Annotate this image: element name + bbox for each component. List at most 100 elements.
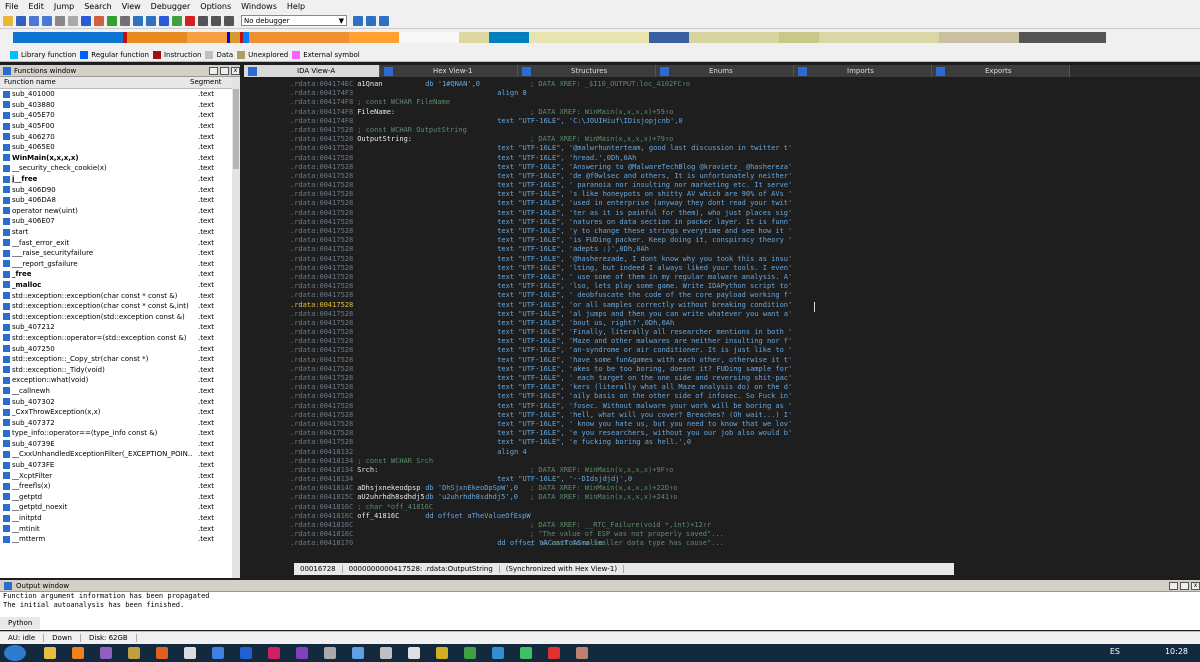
keyboard-language[interactable]: ES — [1110, 647, 1120, 656]
function-row[interactable]: __security_check_cookie(x) .text — [0, 163, 240, 174]
function-row[interactable]: __callnewh .text — [0, 386, 240, 397]
function-row[interactable]: operator new(uint) .text — [0, 206, 240, 217]
function-row[interactable]: __CxxUnhandledExceptionFilter(_EXCEPTION… — [0, 449, 240, 460]
function-row[interactable]: sub_407212 .text — [0, 322, 240, 333]
navigation-bar[interactable] — [13, 32, 1106, 43]
code-line[interactable]: .rdata:00417528 text "UTF-16LE", 's like … — [290, 190, 792, 199]
restore-icon[interactable] — [209, 66, 218, 75]
function-row[interactable]: __XcptFilter .text — [0, 470, 240, 481]
code-line[interactable]: .rdata:00417528 text "UTF-16LE", 'Maze an… — [290, 337, 792, 346]
code-line[interactable]: .rdata:00418134 text "UTF-16LE", '--DIdsj… — [290, 475, 792, 484]
code-line[interactable]: .rdata:00417528 text "UTF-16LE", 'lso, le… — [290, 282, 792, 291]
column-segment[interactable]: Segment — [186, 77, 226, 88]
code-line[interactable]: .rdata:00417528; const WCHAR OutputStrin… — [290, 126, 792, 135]
code-line[interactable]: .rdata:0041816C off_41816C dd offset aTheV… — [290, 512, 792, 521]
function-row[interactable]: j__free .text — [0, 174, 240, 185]
code-line[interactable]: .rdata:00417528 text "UTF-16LE", 'e fucki… — [290, 438, 792, 447]
app-icon[interactable] — [324, 647, 336, 659]
code-line[interactable]: .rdata:00417528 text "UTF-16LE", 'al jump… — [290, 310, 792, 319]
restore-icon[interactable] — [1169, 581, 1178, 590]
function-row[interactable]: sub_405F00 .text — [0, 121, 240, 132]
graph-icon[interactable] — [94, 15, 104, 26]
close-icon[interactable]: x — [1191, 581, 1200, 590]
function-row[interactable]: __getptd .text — [0, 492, 240, 503]
function-row[interactable]: exception::what(void) .text — [0, 375, 240, 386]
app-icon[interactable] — [184, 647, 196, 659]
save-icon[interactable] — [16, 15, 26, 26]
function-row[interactable]: std::exception::exception(char const * c… — [0, 301, 240, 312]
jump-icon[interactable] — [81, 15, 91, 26]
ida-view-a[interactable]: .rdata:004174EC a1Qnan db '1#QNAN',0 ; DATA… — [244, 77, 1200, 562]
code-line[interactable]: .rdata:00417528 text "UTF-16LE", ' parano… — [290, 181, 792, 190]
functions-scrollbar[interactable] — [232, 77, 240, 578]
code-line[interactable]: .rdata:00417528 text "UTF-16LE", ' deobfu… — [290, 291, 792, 300]
function-row[interactable]: sub_406270 .text — [0, 131, 240, 142]
breakpoint-icon[interactable] — [366, 15, 376, 26]
code-line[interactable]: .rdata:00417528 text "UTF-16LE", 'y to ch… — [290, 227, 792, 236]
code-line[interactable]: .rdata:0041816C ; "The value of ESP was n… — [290, 530, 792, 539]
code-line[interactable]: .rdata:00417528 text "UTF-16LE", ' use so… — [290, 273, 792, 282]
function-row[interactable]: WinMain(x,x,x,x) .text — [0, 153, 240, 164]
debug-settings-icon[interactable] — [353, 15, 363, 26]
code-line[interactable]: .rdata:00417528 text "UTF-16LE", ' know y… — [290, 420, 792, 429]
app-icon[interactable] — [520, 647, 532, 659]
menu-item-debugger[interactable]: Debugger — [146, 2, 196, 11]
code-line[interactable]: .rdata:00417528 text "UTF-16LE", 'e you r… — [290, 429, 792, 438]
code-line[interactable]: .rdata:00417528 text "UTF-16LE", 'Answeri… — [290, 163, 792, 172]
code-line[interactable]: .rdata:00417528 text "UTF-16LE", 'fosec. … — [290, 402, 792, 411]
function-row[interactable]: type_info::operator==(type_info const &)… — [0, 428, 240, 439]
forward-icon[interactable] — [42, 15, 52, 26]
code-line[interactable]: .rdata:00417528 text "UTF-16LE", 'hell, w… — [290, 411, 792, 420]
back-icon[interactable] — [29, 15, 39, 26]
function-row[interactable]: std::exception::_Tidy(void) .text — [0, 364, 240, 375]
tab-exports[interactable]: Exports — [932, 65, 1070, 77]
function-row[interactable]: _free .text — [0, 269, 240, 280]
code-line[interactable]: .rdata:004174F3 align 8 — [290, 89, 792, 98]
function-row[interactable]: sub_403880 .text — [0, 100, 240, 111]
code-line[interactable]: .rdata:00417528 text "UTF-16LE", 'bout us… — [290, 319, 792, 328]
function-row[interactable]: std::exception::exception(std::exception… — [0, 311, 240, 322]
start-button[interactable] — [4, 645, 26, 661]
explorer-icon[interactable] — [44, 647, 56, 659]
function-row[interactable]: sub_406E07 .text — [0, 216, 240, 227]
function-row[interactable]: start .text — [0, 227, 240, 238]
data-icon[interactable] — [120, 15, 130, 26]
debugger-select[interactable]: No debugger ▼ — [241, 15, 347, 26]
code-line[interactable]: .rdata:00418170 dd offset aACastToASmalle… — [290, 539, 792, 548]
clock[interactable]: 10:28 — [1165, 647, 1188, 656]
function-row[interactable]: sub_4065E0 .text — [0, 142, 240, 153]
code-line[interactable]: .rdata:00417528 text "UTF-16LE", 'used in… — [290, 199, 792, 208]
menu-item-edit[interactable]: Edit — [23, 2, 49, 11]
function-row[interactable]: sub_4073FE .text — [0, 460, 240, 471]
app-icon[interactable] — [436, 647, 448, 659]
function-row[interactable]: __getptd_noexit .text — [0, 502, 240, 513]
code-line[interactable]: .rdata:00418132 align 4 — [290, 448, 792, 457]
code-line[interactable]: .rdata:00418134; const WCHAR Srch — [290, 457, 792, 466]
function-row[interactable]: __freefls(x) .text — [0, 481, 240, 492]
app-icon[interactable] — [576, 647, 588, 659]
code-line[interactable]: .rdata:00417528 text "UTF-16LE", 'akes to… — [290, 365, 792, 374]
code-line[interactable]: .rdata:00417528 text "UTF-16LE", 'kers (l… — [290, 383, 792, 392]
code-line[interactable]: .rdata:00417528 text "UTF-16LE", 'hread.'… — [290, 154, 792, 163]
app-icon[interactable] — [240, 647, 252, 659]
menu-item-view[interactable]: View — [117, 2, 146, 11]
function-row[interactable]: _CxxThrowException(x,x) .text — [0, 407, 240, 418]
trace-icon[interactable] — [379, 15, 389, 26]
function-row[interactable]: sub_40739E .text — [0, 439, 240, 450]
app-icon[interactable] — [212, 647, 224, 659]
menu-item-file[interactable]: File — [0, 2, 23, 11]
code-line[interactable]: .rdata:0041815C aU2uhrhdh8sdhdj5db 'u2uhr… — [290, 493, 792, 502]
function-row[interactable]: sub_406D90 .text — [0, 184, 240, 195]
app-icon[interactable] — [408, 647, 420, 659]
function-row[interactable]: ___raise_securityfailure .text — [0, 248, 240, 259]
code-line[interactable]: .rdata:00417528 text "UTF-16LE", '@hasher… — [290, 255, 792, 264]
app-icon[interactable] — [156, 647, 168, 659]
function-row[interactable]: sub_406DA8 .text — [0, 195, 240, 206]
arrow-icon[interactable] — [172, 15, 182, 26]
close-icon[interactable]: x — [231, 66, 240, 75]
code-line[interactable]: .rdata:00418134 Srch: ; DATA XREF: WinMain… — [290, 466, 792, 475]
code-line[interactable]: .rdata:004174F8; const WCHAR FileName — [290, 98, 792, 107]
function-row[interactable]: __mtinit .text — [0, 523, 240, 534]
function-row[interactable]: sub_407302 .text — [0, 396, 240, 407]
open-icon[interactable] — [3, 15, 13, 26]
